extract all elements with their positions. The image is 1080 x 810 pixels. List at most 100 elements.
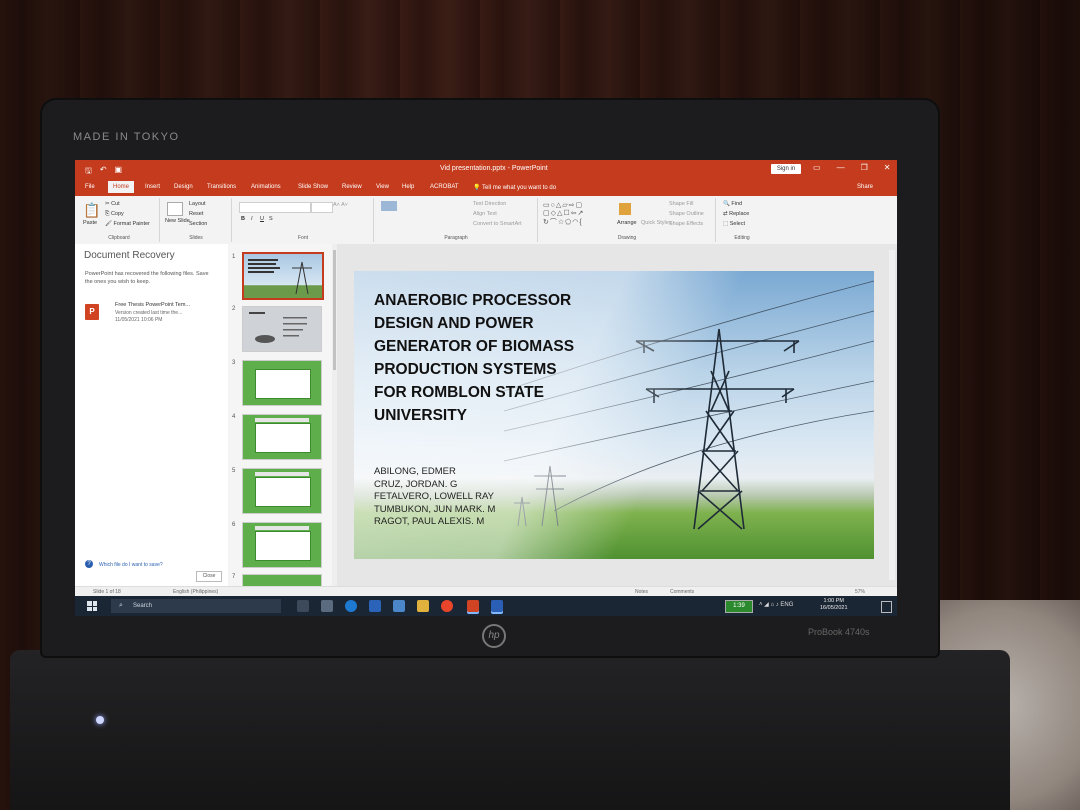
new-slide-icon[interactable] [167,202,183,216]
new-slide-button[interactable]: New Slide [165,218,190,224]
slide-thumbnail-6[interactable] [242,522,322,568]
current-slide[interactable]: ANAEROBIC PROCESSOR DESIGN AND POWER GEN… [354,271,874,559]
recovery-description: PowerPoint has recovered the following f… [85,271,209,285]
font-label: Font [297,235,308,241]
system-tray[interactable]: ˄ ◢ ⌂ ♪ ENG [759,601,793,608]
slide-thumbnail-2[interactable] [242,306,322,352]
slide-title[interactable]: ANAEROBIC PROCESSOR DESIGN AND POWER GEN… [374,289,664,427]
thumb-number: 3 [232,360,236,366]
bullets-icon[interactable] [381,201,397,211]
layout-button[interactable]: Layout [189,201,206,207]
edge-icon[interactable] [345,600,357,612]
slide-thumbnail-3[interactable] [242,360,322,406]
which-file-link[interactable]: Which file do I want to save? [99,562,163,568]
file-explorer-icon[interactable] [417,600,429,612]
select-label: Select [729,221,746,227]
slide-thumbnail-5[interactable] [242,468,322,514]
ribbon-tabs: File Home Insert Design Transitions Anim… [75,180,897,196]
paste-icon[interactable]: 📋 [83,202,100,219]
photos-icon[interactable] [393,600,405,612]
chrome-icon[interactable] [441,600,453,612]
close-button[interactable]: ✕ [884,163,891,172]
section-button[interactable]: Section [189,221,207,227]
text-direction-button[interactable]: Text Direction [473,201,506,207]
scrollbar-thumb[interactable] [333,250,336,370]
shape-effects-button[interactable]: Shape Effects [669,221,703,227]
quick-styles-button[interactable]: Quick Styles [641,220,672,226]
clock-time: 1:00 PM [823,598,844,604]
tell-me-label: Tell me what you want to do [482,185,557,191]
thumb-number: 6 [232,522,236,528]
author-line: TUMBUKON, JUN MARK. M [374,503,496,515]
slide-thumbnail-4[interactable] [242,414,322,460]
shape-outline-button[interactable]: Shape Outline [669,211,704,217]
language-status[interactable]: English (Philippines) [173,589,218,595]
arrange-icon[interactable] [619,203,631,215]
font-name-select[interactable] [239,202,311,213]
notification-icon[interactable] [881,601,892,613]
taskbar-clock[interactable]: 1:00 PM 16/05/2021 [820,598,848,612]
tab-file[interactable]: File [85,184,95,190]
present-icon[interactable]: ▣ [115,165,123,179]
font-size-arrows[interactable]: A˄ A˅ [333,202,348,208]
tab-design[interactable]: Design [174,184,193,190]
tab-home[interactable]: Home [108,181,135,193]
tab-insert[interactable]: Insert [145,184,160,190]
tab-transitions[interactable]: Transitions [207,184,236,190]
recovery-title: Document Recovery [84,250,175,261]
recovered-file-desc: Version created last time the... [115,310,183,316]
underline-button[interactable]: U [260,216,264,222]
align-text-button[interactable]: Align Text [473,211,497,217]
save-icon[interactable]: 🖫 [85,165,92,179]
undo-icon[interactable]: ↶ [100,165,107,179]
powerpoint-file-icon: P [85,304,99,320]
ribbon-display-button[interactable]: ▭ [813,163,821,172]
smartart-button[interactable]: Convert to SmartArt [473,221,522,227]
author-line: FETALVERO, LOWELL RAY [374,491,495,502]
copy-button[interactable]: ⎘ Copy [105,211,124,218]
store-icon[interactable] [321,600,333,612]
slide-thumbnail-1[interactable] [242,252,324,300]
tab-help[interactable]: Help [402,184,414,190]
zoom-level[interactable]: 57% [855,589,865,595]
strike-button[interactable]: S [269,216,273,222]
tab-slide-show[interactable]: Slide Show [298,184,328,190]
font-size-select[interactable] [311,202,333,213]
cut-button[interactable]: ✂ Cut [105,201,120,207]
taskbar-search[interactable]: ⌕ Search [111,599,281,613]
tab-acrobat[interactable]: ACROBAT [430,184,459,190]
task-view-icon[interactable] [297,600,309,612]
recovery-close-button[interactable]: Close [196,571,222,582]
sign-in-button[interactable]: Sign in [771,164,801,174]
powerpoint-taskbar-icon[interactable] [467,600,479,612]
slide-scrollbar[interactable] [889,250,895,580]
format-painter-button[interactable]: 🖌 Format Painter [105,221,150,227]
shape-fill-button[interactable]: Shape Fill [669,201,693,207]
windows-start-icon[interactable] [87,601,97,611]
word-taskbar-icon[interactable] [491,600,503,612]
bold-button[interactable]: B [241,216,245,222]
replace-button[interactable]: ⇄ Replace [723,211,749,217]
tell-me-box[interactable]: 💡 Tell me what you want to do [473,184,556,191]
author-line: ABILONG, EDMER [374,466,456,477]
mail-icon[interactable] [369,600,381,612]
italic-button[interactable]: I [251,216,253,222]
paste-button[interactable]: Paste [83,220,97,226]
share-button[interactable]: Share [857,184,873,190]
drawing-group: ▭○△▱⇨▢ ▢◇△☐⇦↗ ↻⌒☆⬠◠{ Arrange Quick Styles … [539,198,716,242]
shapes-gallery[interactable]: ▭○△▱⇨▢ ▢◇△☐⇦↗ ↻⌒☆⬠◠{ [543,201,584,227]
find-button[interactable]: 🔍 Find [723,201,742,207]
tab-animations[interactable]: Animations [251,184,281,190]
notes-button[interactable]: Notes [635,589,648,595]
tab-view[interactable]: View [376,184,389,190]
recovered-file-item[interactable]: P Free Thesis PowerPoint Tem... Version … [85,302,220,332]
minimize-button[interactable]: — [837,163,845,172]
comments-button[interactable]: Comments [670,589,694,595]
restore-button[interactable]: ❐ [861,163,868,172]
arrange-button[interactable]: Arrange [617,220,637,226]
reset-button[interactable]: Reset [189,211,203,217]
slide-authors[interactable]: ABILONG, EDMER CRUZ, JORDAN. G FETALVERO… [374,466,495,529]
battery-indicator[interactable]: 1:39 [725,600,753,613]
select-button[interactable]: ⬚ Select [723,221,745,227]
tab-review[interactable]: Review [342,184,362,190]
